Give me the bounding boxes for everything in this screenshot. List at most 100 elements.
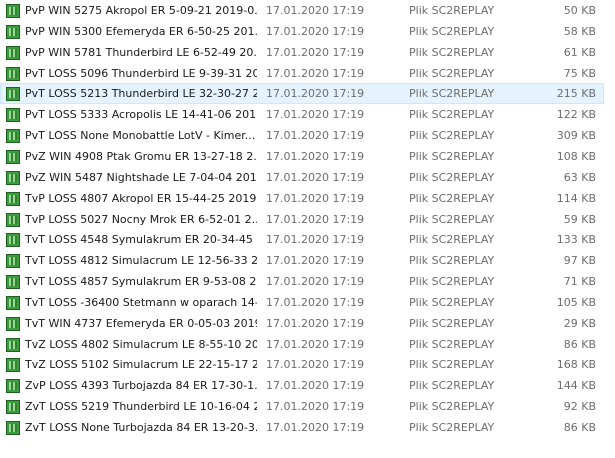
file-row[interactable]: TvT LOSS 4812 Simulacrum LE 12-56-33 2..…	[0, 250, 604, 271]
sc2replay-file-icon	[6, 4, 20, 18]
file-modified-date: 17.01.2020 17:19	[266, 24, 365, 38]
file-row[interactable]: PvP WIN 5275 Akropol ER 5-09-21 2019-0..…	[0, 0, 604, 21]
file-name: PvT LOSS 5096 Thunderbird LE 9-39-31 20.…	[25, 66, 257, 80]
file-name: TvP LOSS 5027 Nocny Mrok ER 6-52-01 2...	[25, 212, 257, 226]
file-name: ZvP LOSS 4393 Turbojazda 84 ER 17-30-1..…	[25, 379, 257, 393]
file-type: Plik SC2REPLAY	[409, 254, 495, 268]
file-name: PvZ WIN 4908 Ptak Gromu ER 13-27-18 2...	[25, 149, 257, 163]
sc2replay-file-icon	[6, 337, 20, 352]
file-modified-date: 17.01.2020 17:19	[266, 337, 365, 351]
file-row[interactable]: PvT LOSS 5213 Thunderbird LE 32-30-27 2.…	[0, 83, 604, 105]
file-row[interactable]: ZvT LOSS 5219 Thunderbird LE 10-16-04 2.…	[0, 396, 604, 417]
file-type: Plik SC2REPLAY	[409, 4, 495, 17]
file-type: Plik SC2REPLAY	[409, 379, 495, 393]
file-modified-date: 17.01.2020 17:19	[266, 66, 365, 80]
sc2replay-file-icon	[6, 87, 20, 102]
sc2replay-file-icon	[6, 170, 20, 185]
file-row[interactable]: ZvT LOSS None Turbojazda 84 ER 13-20-3..…	[0, 417, 604, 438]
sc2replay-file-icon	[6, 191, 20, 206]
file-row[interactable]: TvZ LOSS 5102 Simulacrum LE 22-15-17 2..…	[0, 354, 604, 375]
file-size: 92 KB	[563, 400, 596, 414]
file-modified-date: 17.01.2020 17:19	[266, 191, 365, 205]
sc2replay-file-icon	[6, 421, 20, 435]
file-modified-date: 17.01.2020 17:19	[266, 149, 365, 163]
file-modified-date: 17.01.2020 17:19	[266, 129, 365, 143]
file-list: PvP WIN 5275 Akropol ER 5-09-21 2019-0..…	[0, 0, 615, 458]
file-name: TvT LOSS 4857 Symulakrum ER 9-53-08 2...	[25, 275, 257, 289]
file-size: 71 KB	[563, 275, 596, 289]
file-modified-date: 17.01.2020 17:19	[266, 358, 365, 372]
file-size: 29 KB	[563, 316, 596, 330]
sc2replay-file-icon	[6, 24, 20, 39]
sc2replay-file-icon	[6, 379, 20, 394]
file-name: ZvT LOSS 5219 Thunderbird LE 10-16-04 2.…	[25, 400, 257, 414]
file-size: 114 KB	[556, 191, 596, 205]
file-modified-date: 17.01.2020 17:19	[266, 212, 365, 226]
file-size: 86 KB	[563, 337, 596, 351]
file-modified-date: 17.01.2020 17:19	[266, 254, 365, 268]
file-row[interactable]: ZvP LOSS 4393 Turbojazda 84 ER 17-30-1..…	[0, 375, 604, 396]
file-name: TvZ LOSS 4802 Simulacrum LE 8-55-10 20..…	[25, 337, 257, 351]
file-row[interactable]: PvT LOSS 5096 Thunderbird LE 9-39-31 20.…	[0, 63, 604, 84]
sc2replay-file-icon	[6, 212, 20, 227]
file-row[interactable]: TvT LOSS -36400 Stetmann w oparach 14-..…	[0, 292, 604, 313]
file-modified-date: 17.01.2020 17:19	[266, 275, 365, 289]
file-size: 122 KB	[556, 108, 596, 122]
file-size: 63 KB	[563, 170, 596, 184]
file-type: Plik SC2REPLAY	[409, 316, 495, 330]
file-type: Plik SC2REPLAY	[409, 24, 495, 38]
file-size: 86 KB	[563, 421, 596, 434]
file-name: PvT LOSS 5333 Acropolis LE 14-41-06 201.…	[25, 108, 257, 122]
file-row[interactable]: PvP WIN 5300 Efemeryda ER 6-50-25 201...…	[0, 21, 604, 42]
file-name: PvP WIN 5275 Akropol ER 5-09-21 2019-0..…	[25, 4, 257, 17]
file-size: 108 KB	[556, 149, 596, 163]
file-type: Plik SC2REPLAY	[409, 129, 495, 143]
file-type: Plik SC2REPLAY	[409, 275, 495, 289]
file-name: PvP WIN 5781 Thunderbird LE 6-52-49 20..…	[25, 45, 257, 59]
sc2replay-file-icon	[6, 358, 20, 373]
file-type: Plik SC2REPLAY	[409, 400, 495, 414]
file-modified-date: 17.01.2020 17:19	[266, 295, 365, 309]
file-row[interactable]: TvT WIN 4737 Efemeryda ER 0-05-03 2019..…	[0, 313, 604, 334]
file-row[interactable]: PvT LOSS None Monobattle LotV - Kimer...…	[0, 125, 604, 146]
file-name: PvZ WIN 5487 Nightshade LE 7-04-04 201..…	[25, 170, 257, 184]
file-row[interactable]: PvP WIN 5781 Thunderbird LE 6-52-49 20..…	[0, 42, 604, 63]
file-size: 50 KB	[563, 4, 596, 17]
file-modified-date: 17.01.2020 17:19	[266, 233, 365, 247]
file-name: PvT LOSS None Monobattle LotV - Kimer...	[25, 129, 256, 143]
file-type: Plik SC2REPLAY	[409, 108, 495, 122]
file-modified-date: 17.01.2020 17:19	[266, 4, 365, 17]
file-name: TvP LOSS 4807 Akropol ER 15-44-25 2019-.…	[25, 191, 257, 205]
sc2replay-file-icon	[6, 66, 20, 81]
file-size: 59 KB	[563, 212, 596, 226]
file-row[interactable]: TvT LOSS 4857 Symulakrum ER 9-53-08 2...…	[0, 271, 604, 292]
file-size: 105 KB	[556, 295, 596, 309]
file-name: TvT LOSS 4812 Simulacrum LE 12-56-33 2..…	[25, 254, 257, 268]
file-name: TvT WIN 4737 Efemeryda ER 0-05-03 2019..…	[25, 316, 257, 330]
file-type: Plik SC2REPLAY	[409, 87, 495, 101]
file-type: Plik SC2REPLAY	[409, 421, 495, 434]
file-row[interactable]: PvZ WIN 4908 Ptak Gromu ER 13-27-18 2...…	[0, 146, 604, 167]
file-size: 58 KB	[563, 24, 596, 38]
file-name: PvP WIN 5300 Efemeryda ER 6-50-25 201...	[25, 24, 257, 38]
file-row[interactable]: TvP LOSS 4807 Akropol ER 15-44-25 2019-.…	[0, 188, 604, 209]
file-row[interactable]: PvT LOSS 5333 Acropolis LE 14-41-06 201.…	[0, 104, 604, 125]
file-row[interactable]: TvZ LOSS 4802 Simulacrum LE 8-55-10 20..…	[0, 334, 604, 355]
sc2replay-file-icon	[6, 316, 20, 331]
file-size: 61 KB	[563, 45, 596, 59]
file-size: 168 KB	[556, 358, 596, 372]
sc2replay-file-icon	[6, 108, 20, 123]
sc2replay-file-icon	[6, 233, 20, 248]
file-modified-date: 17.01.2020 17:19	[266, 400, 365, 414]
sc2replay-file-icon	[6, 275, 20, 290]
file-row[interactable]: TvP LOSS 5027 Nocny Mrok ER 6-52-01 2...…	[0, 209, 604, 230]
file-row[interactable]: PvZ WIN 5487 Nightshade LE 7-04-04 201..…	[0, 167, 604, 188]
file-row[interactable]: TvT LOSS 4548 Symulakrum ER 20-34-45 ...…	[0, 229, 604, 250]
sc2replay-file-icon	[6, 400, 20, 415]
file-name: TvT LOSS 4548 Symulakrum ER 20-34-45 ...	[25, 233, 257, 247]
file-type: Plik SC2REPLAY	[409, 337, 495, 351]
file-modified-date: 17.01.2020 17:19	[266, 87, 365, 101]
file-size: 215 KB	[556, 87, 596, 101]
file-size: 133 KB	[556, 233, 596, 247]
sc2replay-file-icon	[6, 295, 20, 310]
